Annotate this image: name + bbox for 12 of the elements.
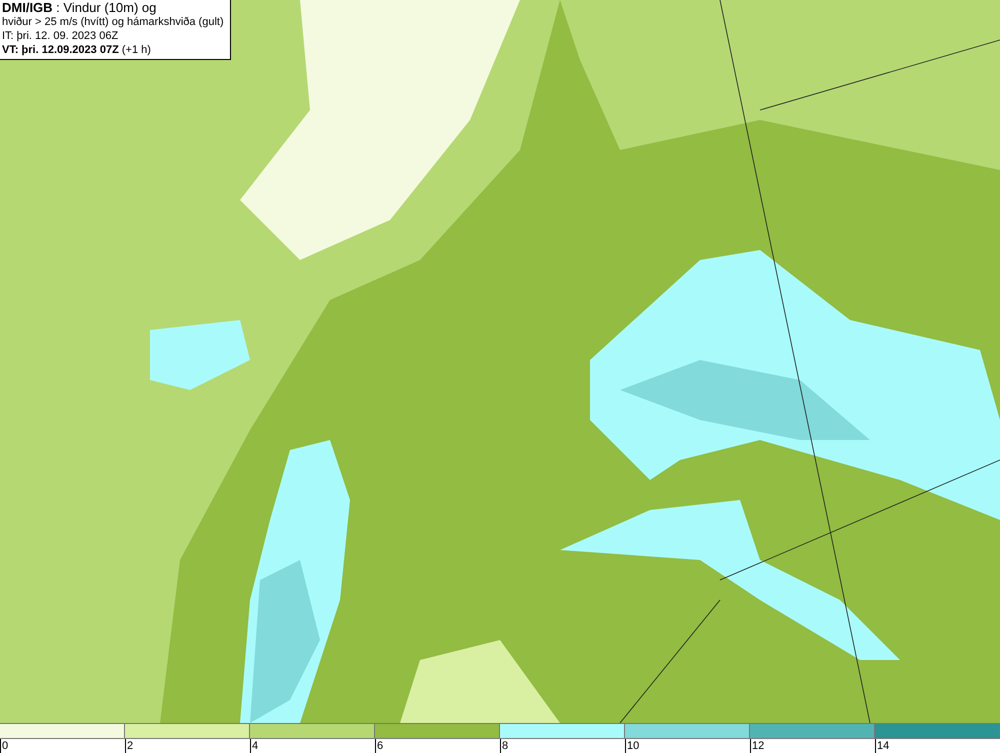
legend-label: 2	[125, 739, 134, 753]
caption-line: IT: þri. 12. 09. 2023 06Z	[2, 29, 120, 43]
caption-line: VT: þri. 12.09.2023 07Z (+1 h)	[2, 43, 152, 57]
legend-label: 14	[875, 739, 890, 753]
legend-label: 10	[625, 739, 640, 753]
legend-label: 12	[750, 739, 764, 753]
legend-label: 8	[500, 739, 508, 753]
caption-line: hviður > 25 m/s (hvítt) og hámarkshviða (gult)	[2, 15, 224, 29]
legend-label: 4	[250, 739, 258, 753]
legend-label: 6	[375, 739, 384, 753]
caption-line: DMI/IGB : Vindur (10m) og	[2, 1, 158, 15]
legend-label: 0	[0, 739, 8, 753]
